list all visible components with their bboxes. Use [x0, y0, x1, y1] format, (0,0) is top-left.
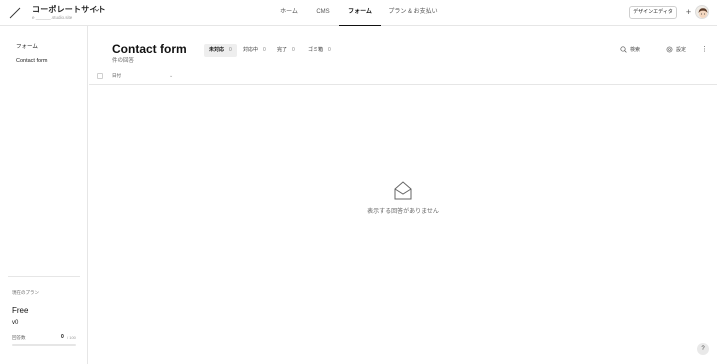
tab-count: 0: [263, 47, 266, 53]
nav-form[interactable]: フォーム: [339, 0, 381, 26]
tab-label: 対応中: [243, 47, 259, 53]
tab-in-progress[interactable]: 対応中 0: [238, 44, 270, 57]
nav-home[interactable]: ホーム: [276, 0, 302, 26]
tab-completed[interactable]: 完了 0: [272, 44, 298, 57]
responses-label: 回答数: [12, 335, 26, 340]
sidebar-item-contact-form[interactable]: Contact form: [16, 58, 47, 64]
empty-state-message: 表示する回答がありません: [367, 209, 439, 215]
search-button[interactable]: 検索: [620, 46, 640, 53]
tab-label: 未対応: [209, 47, 225, 53]
sidebar-item-forms[interactable]: フォーム: [16, 42, 38, 50]
settings-label: 設定: [676, 47, 687, 53]
current-plan-label: 現在のプラン: [12, 290, 39, 295]
tab-unhandled[interactable]: 未対応 0: [204, 44, 237, 57]
search-label: 検索: [630, 47, 641, 53]
plan-version: v0: [12, 320, 19, 326]
gear-icon: [666, 46, 673, 53]
divider: [8, 276, 80, 277]
tab-label: ゴミ箱: [308, 47, 324, 53]
more-icon[interactable]: ⋮: [701, 44, 708, 56]
settings-button[interactable]: 設定: [666, 46, 686, 53]
help-icon[interactable]: ?: [697, 343, 709, 355]
table-header: 日付 ⌄: [89, 68, 717, 85]
select-all-checkbox[interactable]: [97, 73, 103, 79]
top-bar: コーポレートサイト e ______.studio.site ホーム CMS フ…: [0, 0, 717, 26]
nav-plan-billing[interactable]: プラン & お支払い: [387, 0, 439, 26]
sidebar: フォーム Contact form 現在のプラン Free v0 回答数 0 /…: [0, 26, 88, 364]
plan-name: Free: [12, 306, 29, 315]
responses-limit: / 100: [67, 335, 76, 340]
add-button[interactable]: +: [684, 6, 693, 19]
tab-trash[interactable]: ゴミ箱 0: [303, 44, 335, 57]
tab-label: 完了: [277, 47, 288, 53]
tab-count: 0: [292, 47, 295, 53]
avatar[interactable]: [695, 5, 709, 19]
envelope-open-icon: [394, 181, 412, 200]
sort-chevron-icon[interactable]: ⌄: [169, 73, 173, 79]
nav-cms[interactable]: CMS: [311, 0, 335, 26]
page-title: Contact form: [112, 42, 187, 56]
design-editor-button[interactable]: デザインエディタ: [629, 6, 677, 19]
column-header-date[interactable]: 日付: [112, 73, 121, 79]
search-icon: [620, 46, 627, 53]
tab-count: 0: [229, 47, 232, 53]
responses-progress-bar: [12, 344, 76, 346]
response-count-label: 件の回答: [112, 58, 135, 64]
tab-count: 0: [328, 47, 331, 53]
main-content: Contact form 件の回答 未対応 0 対応中 0 完了 0 ゴミ箱 0 検索 …: [89, 26, 717, 364]
main-nav: ホーム CMS フォーム プラン & お支払い: [0, 0, 717, 26]
responses-count: 0: [61, 334, 64, 340]
